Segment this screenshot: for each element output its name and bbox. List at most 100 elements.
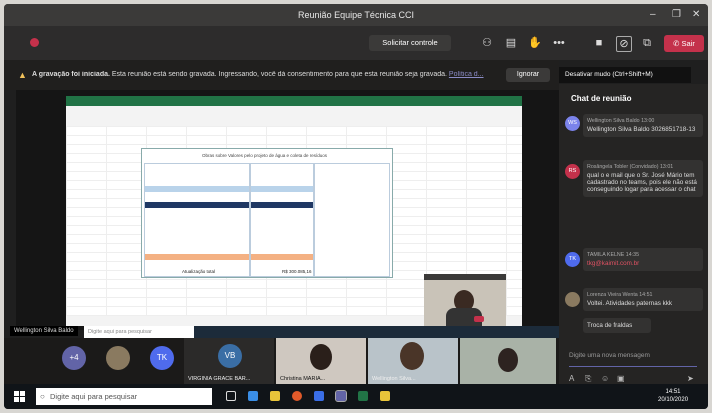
chat-compose-input[interactable]: Digite uma nova mensagem [569, 352, 697, 367]
chat-time: 14:35 [625, 252, 640, 258]
format-icon[interactable]: A [569, 374, 574, 383]
more-options-icon[interactable]: ••• [552, 36, 566, 50]
camera-icon[interactable]: ■ [592, 36, 606, 50]
title-bar: Reunião Equipe Técnica CCI – ❐ ✕ [4, 4, 708, 26]
emoji-icon[interactable]: ☺ [601, 374, 609, 383]
banner-bold: A gravação foi iniciada. [32, 71, 110, 78]
form-bar [251, 254, 313, 260]
form-column-middle [250, 163, 314, 277]
ignore-button[interactable]: Ignorar [506, 68, 550, 82]
participant-tile[interactable]: VB VIRGINIA GRACE BAR... [184, 338, 274, 384]
participant-name: Christina MARIA... [280, 376, 326, 382]
participant-name: Wellington Silva... [372, 376, 416, 382]
budget-form: Obras sobre Valores pelo projeto de água… [141, 148, 393, 278]
spreadsheet-ribbon [66, 106, 522, 127]
participants-strip: +4 TK VB VIRGINIA GRACE BAR... Christina… [4, 338, 559, 384]
form-column-right [314, 163, 390, 277]
chat-message: TAMILA KELNE 14:35 tkg@kaimit.com.br [583, 248, 703, 271]
participant-avatar[interactable]: TK [150, 346, 174, 370]
participant-tile[interactable]: Christina MARIA... [276, 338, 366, 384]
chat-author: TAMILA KELNE [587, 252, 625, 258]
recording-indicator-icon [30, 38, 39, 47]
policy-link[interactable]: Política d... [449, 71, 484, 78]
word-icon[interactable] [314, 391, 324, 401]
shared-screen: Obras sobre Valores pelo projeto de água… [16, 90, 559, 330]
warning-icon: ▲ [18, 70, 27, 80]
chat-author: Wellington Silva Baldo [587, 118, 640, 124]
chat-author: Lorenza Vieira Wenta [587, 292, 638, 298]
gif-icon[interactable]: ▣ [617, 374, 625, 383]
screen: Reunião Equipe Técnica CCI – ❐ ✕ Solicit… [4, 4, 708, 409]
minimize-button[interactable]: – [650, 9, 656, 20]
taskbar-search[interactable]: ○ Digite aqui para pesquisar [36, 388, 212, 405]
chat-avatar: TK [565, 252, 580, 267]
participant-video [400, 342, 424, 370]
excel-icon[interactable] [358, 391, 368, 401]
spreadsheet-titlebar [66, 96, 522, 106]
form-bar [251, 186, 313, 192]
restore-button[interactable]: ❐ [672, 9, 681, 20]
participants-icon[interactable]: ⚇ [480, 36, 494, 50]
more-participants[interactable]: +4 [62, 346, 86, 370]
attach-icon[interactable]: ⎘ [585, 374, 591, 384]
chat-text[interactable]: tkg@kaimit.com.br [587, 260, 699, 267]
taskbar-search-placeholder: Digite aqui para pesquisar [50, 392, 138, 401]
presenter-name: Wellington Silva Baldo [10, 326, 78, 336]
edge-icon[interactable] [248, 391, 258, 401]
chat-avatar [565, 292, 580, 307]
file-explorer-icon[interactable] [270, 391, 280, 401]
form-bar [145, 254, 249, 260]
meeting-chat-panel: Chat de reunião WS Wellington Silva Bald… [559, 84, 708, 384]
chat-text: Troca de fraldas [587, 322, 633, 329]
form-bar [251, 202, 313, 208]
microphone-muted-icon[interactable]: ⊘ [616, 36, 632, 52]
banner-text: Esta reunião está sendo gravada. Ingress… [111, 71, 447, 78]
close-window-button[interactable]: ✕ [692, 9, 700, 20]
participant-name: VIRGINIA GRACE BAR... [188, 376, 251, 382]
form-column-left [144, 163, 250, 277]
form-total-value: R$ 300.085,16 [282, 269, 312, 274]
chat-author: Rosângela Tobler (Convidado) [587, 164, 659, 170]
form-bar [145, 202, 249, 208]
search-icon: ○ [40, 392, 45, 401]
task-view-icon[interactable] [226, 391, 236, 401]
chat-time: 13:00 [641, 118, 655, 124]
presenter-video [424, 274, 506, 326]
recording-banner: ▲ A gravação foi iniciada. Esta reunião … [4, 60, 559, 90]
meeting-toolbar: Solicitar controle ⚇ ▤ ✋ ••• ■ ⊘ ⧉ ✆ Sai… [4, 26, 708, 60]
chat-message: Wellington Silva Baldo 13:00 Wellington … [583, 114, 703, 137]
system-clock[interactable]: 14:51 20/10/2020 [658, 388, 688, 404]
participant-tile[interactable] [460, 338, 556, 384]
clock-date: 20/10/2020 [658, 397, 689, 403]
leave-button[interactable]: ✆ Sair [664, 35, 704, 52]
chat-avatar: RS [565, 164, 580, 179]
chat-time: 13:01 [659, 164, 674, 170]
shared-taskbar [194, 326, 559, 338]
form-title: Obras sobre Valores pelo projeto de água… [202, 153, 327, 158]
participant-avatar[interactable] [106, 346, 130, 370]
participant-avatar: VB [218, 344, 242, 368]
chrome-icon[interactable] [292, 391, 302, 401]
form-total-label: Atualização total [182, 269, 216, 274]
send-icon[interactable]: ➤ [687, 374, 694, 383]
raise-hand-icon[interactable]: ✋ [528, 36, 542, 50]
chat-time: 14:51 [639, 292, 653, 298]
chat-icon[interactable]: ▤ [504, 36, 518, 50]
chat-text: Wellington Silva Baldo 3026851718-13 [587, 126, 696, 133]
chat-text: Voltei. Atividades paternas kkk [587, 300, 673, 307]
share-screen-icon[interactable]: ⧉ [640, 36, 654, 50]
participant-video [498, 348, 518, 372]
request-control-button[interactable]: Solicitar controle [369, 35, 451, 51]
clock-time: 14:51 [665, 389, 681, 395]
unmute-tooltip: Desativar mudo (Ctrl+Shift+M) [559, 67, 691, 83]
chat-message: Lorenza Vieira Wenta 14:51 Voltei. Ativi… [583, 288, 703, 311]
folder-icon[interactable] [380, 391, 390, 401]
chat-message: Rosângela Tobler (Convidado) 13:01 qual … [583, 160, 703, 197]
pip-titlebar [424, 274, 506, 280]
participant-tile[interactable]: Wellington Silva... [368, 338, 458, 384]
chat-text: qual o e mail que o Sr. José Mário tem c… [587, 172, 697, 193]
pip-hangup-icon[interactable] [474, 316, 484, 322]
teams-icon[interactable] [335, 390, 347, 402]
windows-start-icon[interactable] [14, 391, 25, 402]
leave-label: Sair [681, 39, 695, 48]
